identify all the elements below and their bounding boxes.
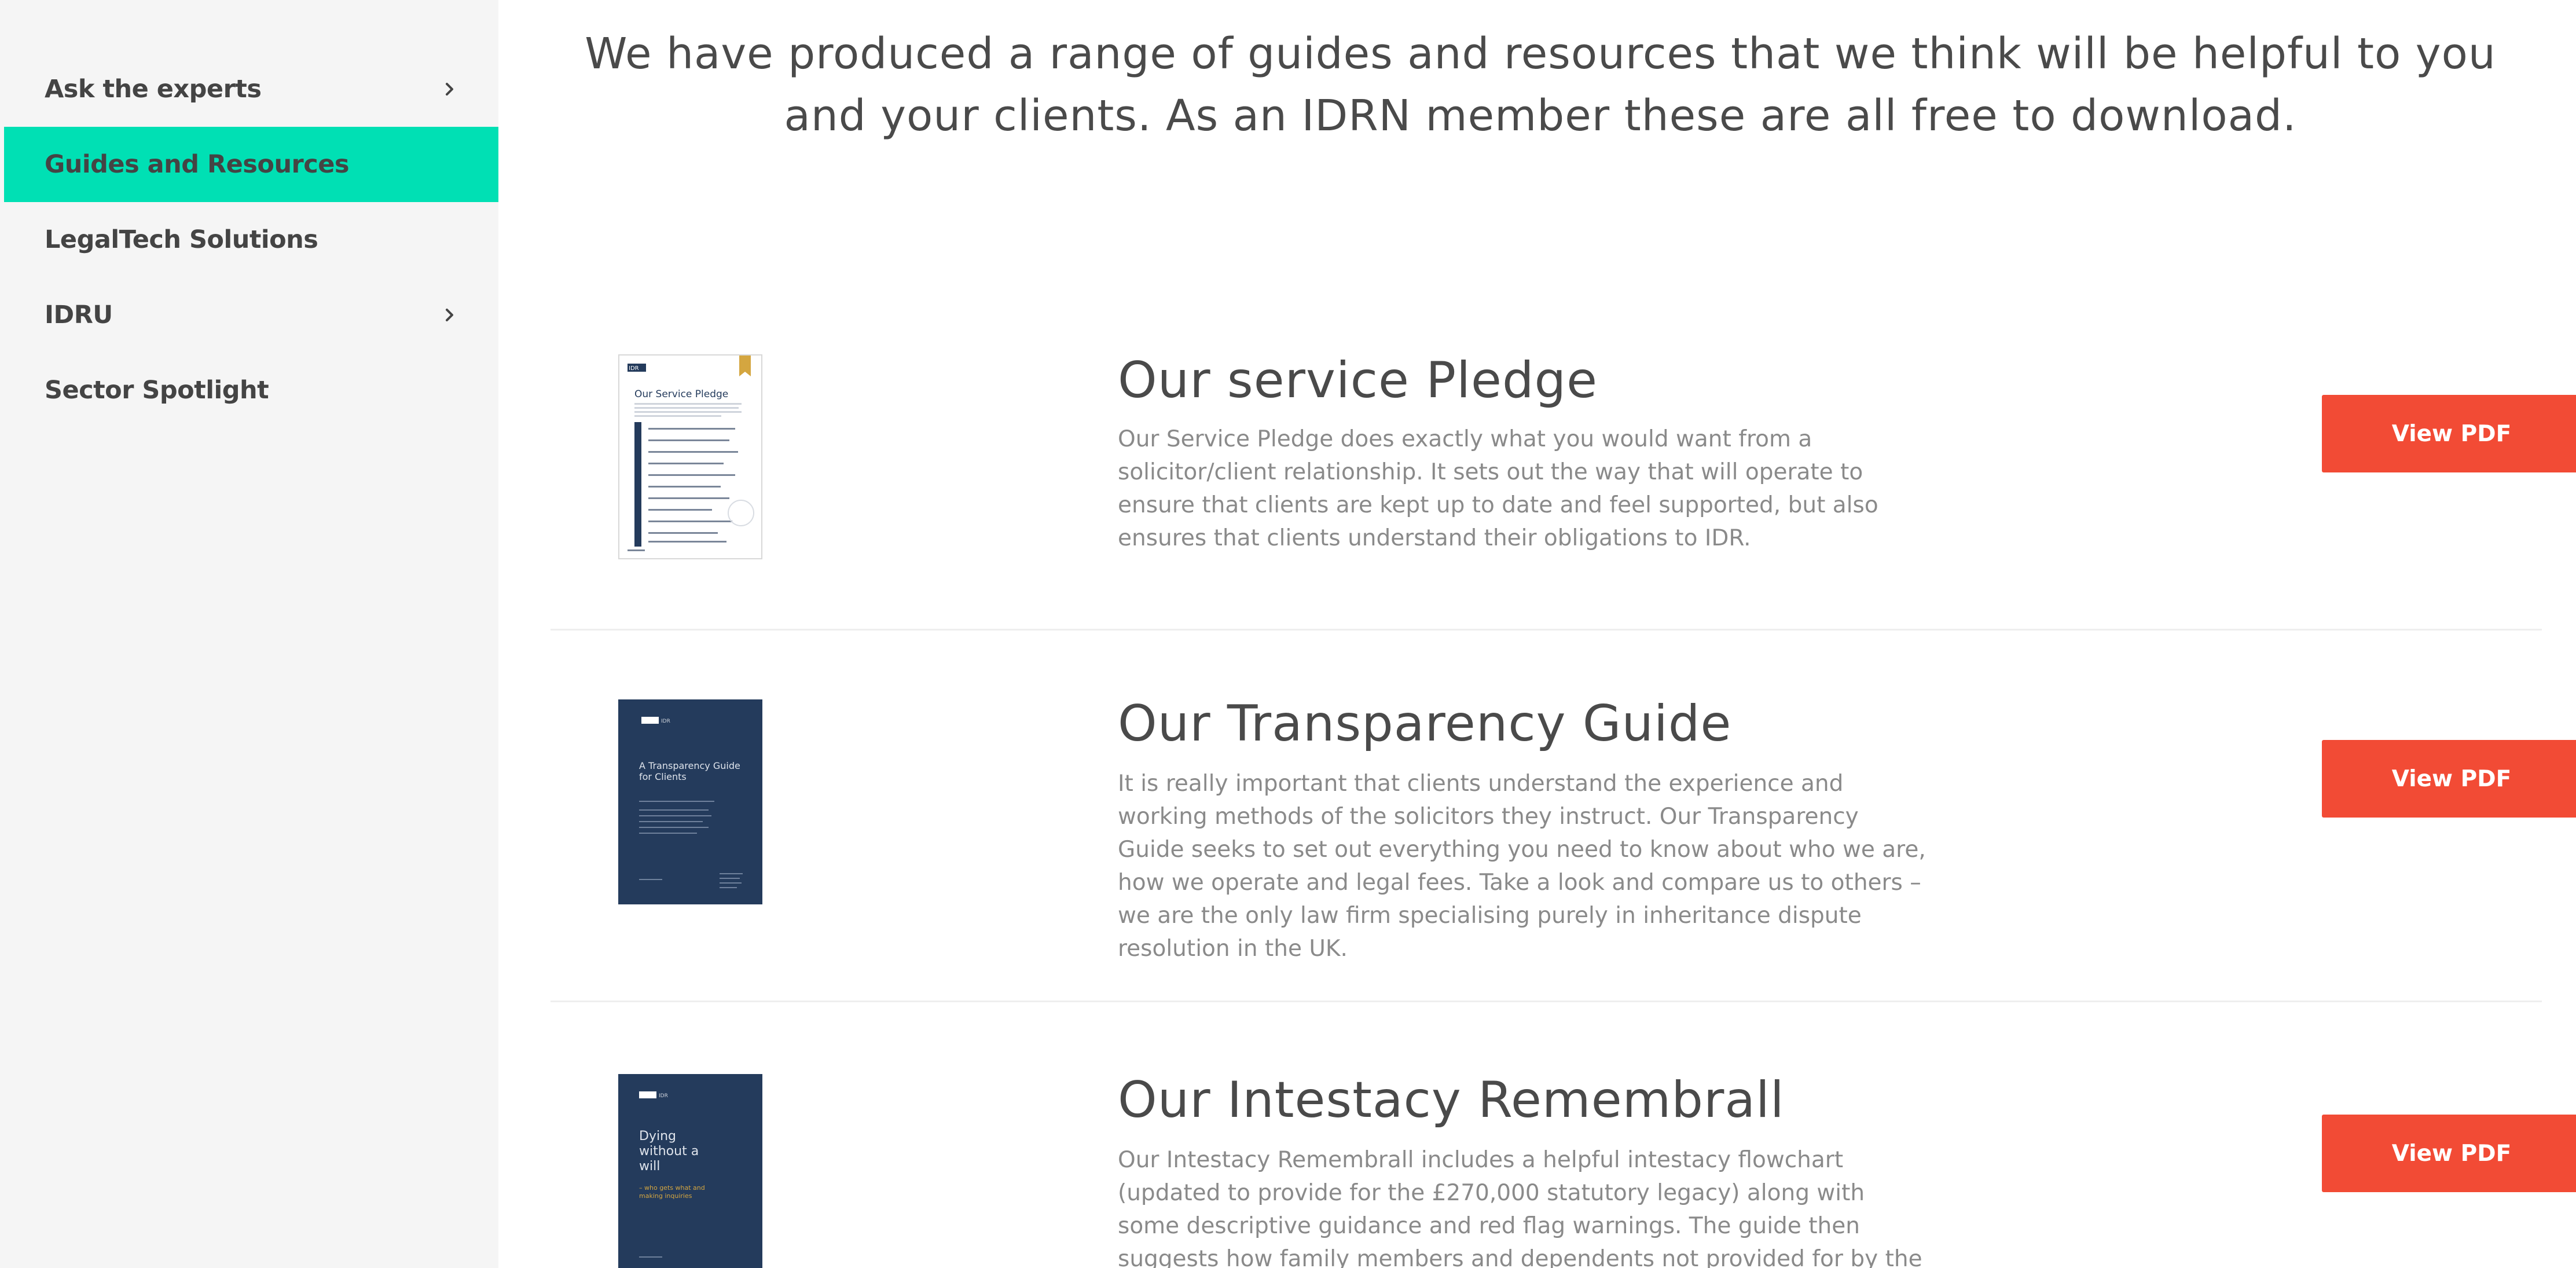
chevron-right-icon <box>446 83 453 96</box>
resource-item: IDR Our Service Pledge Our service Pledg… <box>551 324 2576 631</box>
sidebar-item-label: Guides and Resources <box>45 150 350 179</box>
thumb-logo: IDR <box>661 719 670 724</box>
sidebar-item-label: IDRU <box>45 300 113 329</box>
thumb-heading: A Transparency Guide for Clients <box>639 760 740 782</box>
sidebar-item-legaltech-solutions[interactable]: LegalTech Solutions <box>4 202 498 277</box>
resource-description: It is really important that clients unde… <box>1118 771 1926 962</box>
resource-item: IDR Dying without a will – who gets what… <box>551 1002 2576 1268</box>
view-pdf-button[interactable]: View PDF <box>2322 740 2576 818</box>
document-preview: IDR A Transparency Guide for Clients <box>639 717 743 888</box>
thumb-heading: Our Service Pledge <box>634 389 728 400</box>
sidebar-item-label: Ask the experts <box>45 75 262 104</box>
resource-title: Our service Pledge <box>1118 351 1598 409</box>
document-preview: IDR Dying without a will – who gets what… <box>639 1091 705 1258</box>
intro-text: We have produced a range of guides and r… <box>585 29 2496 141</box>
resource-thumbnail[interactable]: IDR A Transparency Guide for Clients <box>618 699 762 904</box>
view-pdf-button[interactable]: View PDF <box>2322 1115 2576 1192</box>
sidebar-item-idru[interactable]: IDRU <box>4 277 498 353</box>
sidebar-item-guides-and-resources[interactable]: Guides and Resources <box>4 127 498 202</box>
thumb-logo: IDR <box>629 365 639 372</box>
resource-item: IDR A Transparency Guide for Clients Our… <box>551 631 2576 1002</box>
divider <box>551 629 2542 631</box>
resource-description: Our Service Pledge does exactly what you… <box>1118 426 1878 551</box>
chevron-right-icon <box>446 309 453 321</box>
thumb-subheading: – who gets what and making inquiries <box>639 1184 705 1200</box>
sidebar-item-label: LegalTech Solutions <box>45 225 318 254</box>
sidebar-nav: Ask the experts Guides and Resources Leg… <box>0 0 498 1268</box>
resource-title: Our Transparency Guide <box>1118 695 1732 753</box>
resource-thumbnail[interactable]: IDR Dying without a will – who gets what… <box>618 1074 762 1268</box>
resource-thumbnail[interactable]: IDR Our Service Pledge <box>618 354 762 559</box>
sidebar-item-ask-the-experts[interactable]: Ask the experts <box>4 52 498 127</box>
resource-description: Our Intestacy Remembrall includes a help… <box>1118 1147 1922 1268</box>
bookmark-icon <box>739 356 751 376</box>
resource-title: Our Intestacy Remembrall <box>1118 1071 1785 1129</box>
document-preview: IDR Our Service Pledge <box>628 356 754 551</box>
sidebar-item-sector-spotlight[interactable]: Sector Spotlight <box>4 353 498 428</box>
sidebar-item-label: Sector Spotlight <box>45 376 269 405</box>
thumb-logo: IDR <box>659 1093 668 1099</box>
view-pdf-button[interactable]: View PDF <box>2322 395 2576 472</box>
main-content: We have produced a range of guides and r… <box>498 0 2576 1268</box>
page: Ask the experts Guides and Resources Leg… <box>0 0 2576 1268</box>
thumb-heading: Dying without a will <box>639 1129 699 1174</box>
